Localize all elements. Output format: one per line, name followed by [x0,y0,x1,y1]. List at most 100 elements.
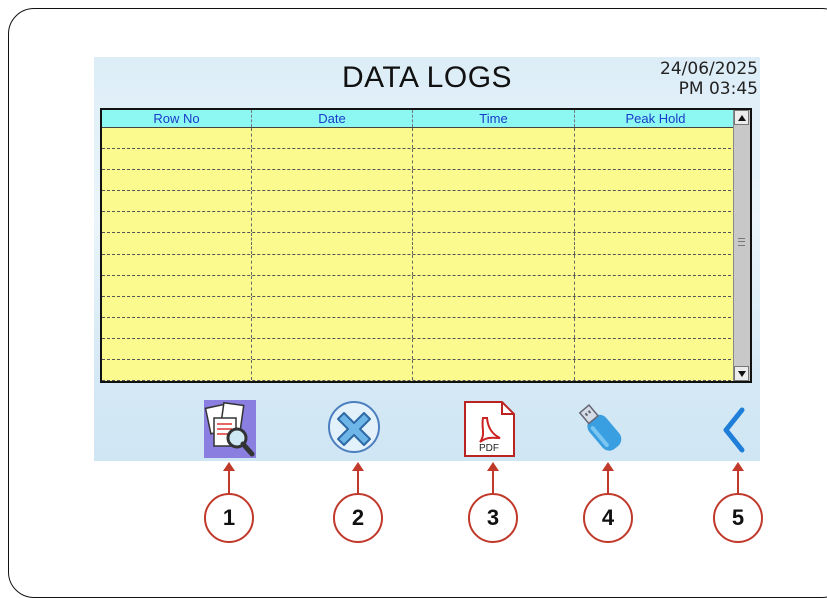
pdf-export-button[interactable]: PDF [462,398,518,458]
callout-arrow-2 [357,470,359,494]
column-header-peak-hold: Peak Hold [625,111,686,126]
usb-icon [578,404,622,451]
table-row[interactable] [102,233,736,255]
callout-arrow-5 [737,470,739,494]
callout-arrowhead-5 [732,462,744,471]
table-cell [102,338,252,360]
date-label: 24/06/2025 [660,59,758,79]
table-row[interactable] [102,254,736,276]
table-row[interactable] [102,296,736,318]
callout-badge-1: 1 [204,493,254,543]
table-cell [575,212,736,232]
hmi-screen: DATA LOGS 24/06/2025 PM 03:45 Row No Dat… [94,57,760,461]
table-row[interactable] [102,212,736,234]
back-button[interactable] [708,398,760,458]
scroll-up-button[interactable] [734,110,749,125]
callout-arrowhead-4 [602,462,614,471]
table-cell [413,212,575,233]
back-icon [723,407,745,453]
table-cell [102,254,252,275]
datetime-display: 24/06/2025 PM 03:45 [660,59,758,99]
column-header-date: Date [252,110,413,127]
search-logs-button[interactable] [202,398,258,458]
vertical-scrollbar[interactable] [733,110,750,381]
table-row[interactable] [102,338,736,361]
table-cell [413,275,575,296]
svg-text:PDF: PDF [479,443,499,454]
callout-badge-2: 2 [333,493,383,543]
table-cell [575,128,736,148]
scroll-grip-icon [738,238,745,246]
callout-arrow-1 [228,470,230,494]
pdf-icon: PDF [464,401,515,457]
table-cell [252,170,413,191]
table-cell [252,254,413,275]
table-row[interactable] [102,275,736,297]
callout-badge-3: 3 [468,493,518,543]
table-cell [102,170,252,191]
table-cell [413,360,575,381]
table-cell [102,360,252,381]
table-cell [575,297,736,317]
table-cell [102,212,252,233]
table-cell [102,296,252,317]
table-cell [575,318,736,338]
table-cell [413,317,575,338]
table-cell [102,128,252,149]
scroll-down-button[interactable] [734,366,749,381]
callout-arrowhead-1 [223,462,235,471]
table-cell [252,212,413,233]
table-cell [575,360,736,380]
table-cell [252,128,413,149]
table-cell [252,338,413,360]
clear-icon [328,401,380,453]
table-body [102,128,736,382]
table-row[interactable] [102,149,736,171]
table-cell [575,233,736,253]
table-cell [575,149,736,169]
table-cell [252,233,413,254]
table-row[interactable] [102,128,736,150]
callout-arrow-4 [607,470,609,494]
table-cell [102,233,252,254]
table-cell [413,128,575,149]
table-cell [413,149,575,170]
table-row[interactable] [102,317,736,339]
table-cell [252,360,413,381]
table-cell [413,191,575,212]
data-log-table: Row No Date Time Peak Hold [100,108,752,383]
callout-arrowhead-2 [352,462,364,471]
table-cell [575,255,736,275]
search-logs-icon [204,400,256,458]
table-cell [102,317,252,338]
table-cell [575,276,736,296]
time-label: PM 03:45 [678,79,758,99]
callout-badge-4: 4 [583,493,633,543]
table-cell [575,191,736,211]
column-header-row-no: Row No [102,110,252,127]
clear-button[interactable] [326,398,382,458]
table-cell [102,191,252,212]
table-cell [252,296,413,317]
table-cell [575,339,736,359]
table-cell [252,275,413,296]
table-cell [413,338,575,360]
table-cell [413,254,575,275]
usb-export-button[interactable] [578,398,634,458]
table-cell [413,296,575,317]
callout-arrow-3 [492,470,494,494]
table-cell [252,149,413,170]
table-cell [413,233,575,254]
table-cell [102,275,252,296]
table-row[interactable] [102,191,736,213]
table-row[interactable] [102,360,736,382]
table-cell [102,149,252,170]
table-cell [252,191,413,212]
table-row[interactable] [102,170,736,192]
callout-badge-5: 5 [713,493,763,543]
table-cell [413,170,575,191]
column-header-time: Time [413,110,575,127]
callout-arrowhead-3 [487,462,499,471]
table-header: Row No Date Time Peak Hold [102,110,736,128]
table-cell [575,170,736,190]
